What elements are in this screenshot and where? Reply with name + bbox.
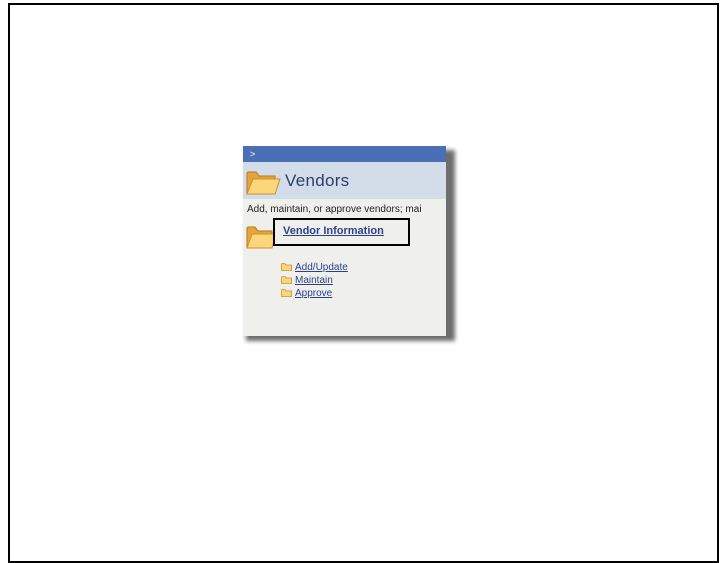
add-update-link[interactable]: Add/Update: [295, 262, 348, 273]
header-marker: >: [250, 149, 256, 159]
list-item: Approve: [281, 287, 348, 299]
vendor-information-link[interactable]: Vendor Information: [283, 225, 384, 237]
folder-icon: [281, 263, 292, 271]
folder-icon: [281, 289, 292, 297]
panel-description: Add, maintain, or approve vendors; mai: [247, 204, 422, 215]
folder-icon: [246, 171, 281, 195]
list-item: Maintain: [281, 274, 348, 286]
panel-header: >: [243, 146, 446, 162]
approve-link[interactable]: Approve: [295, 288, 332, 299]
vendor-subitems-list: Add/Update Maintain Approve: [281, 261, 348, 300]
title-band: Vendors: [243, 162, 446, 199]
list-item: Add/Update: [281, 261, 348, 273]
vendors-panel: > Vendors Add, maintain, or approve vend…: [243, 146, 446, 336]
vendor-information-highlight: Vendor Information: [273, 218, 410, 246]
folder-icon: [281, 276, 292, 284]
maintain-link[interactable]: Maintain: [295, 275, 333, 286]
page-title: Vendors: [285, 171, 350, 190]
